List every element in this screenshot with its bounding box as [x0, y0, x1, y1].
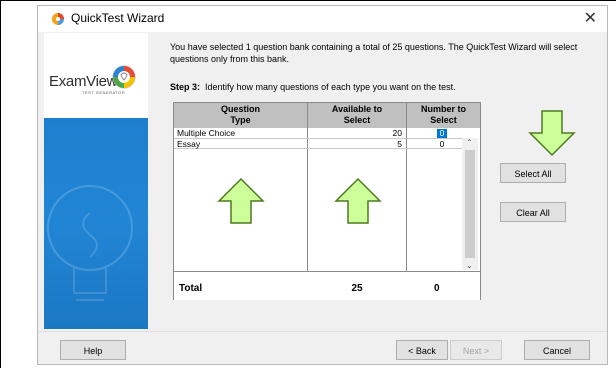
- quicktest-wizard-icon: [52, 13, 64, 25]
- quicktest-wizard-dialog: QuickTest Wizard ✕ ExamView TEST GENERAT…: [37, 5, 608, 365]
- clear-all-button[interactable]: Clear All: [500, 202, 566, 222]
- header-number-to-select-label: Number to Select: [421, 104, 466, 125]
- select-input-essay[interactable]: 0: [437, 139, 447, 149]
- green-arrow-down-icon: [528, 110, 576, 157]
- header-available: Available to Select: [308, 103, 406, 128]
- total-available: 25: [351, 283, 363, 294]
- brand-side-panel: ExamView TEST GENERATOR: [44, 33, 148, 329]
- column-divider: [406, 103, 407, 299]
- back-button[interactable]: < Back: [396, 340, 448, 360]
- select-all-button[interactable]: Select All: [500, 163, 566, 183]
- header-question-type-label: Question Type: [220, 104, 260, 125]
- step-instruction: Step 3: Identify how many questions of e…: [170, 82, 456, 92]
- scroll-down-icon[interactable]: ⌄: [466, 261, 473, 270]
- help-button[interactable]: Help: [60, 340, 126, 360]
- row-available-multiple-choice: 20: [392, 128, 402, 138]
- select-input-multiple-choice[interactable]: 0: [437, 129, 447, 138]
- select-all-label: Select All: [514, 169, 552, 179]
- green-arrow-up-icon: [334, 177, 382, 224]
- intro-text: You have selected 1 question bank contai…: [170, 42, 578, 64]
- total-select: 0: [434, 283, 440, 294]
- side-blue-panel: [44, 118, 148, 329]
- step-text: Identify how many questions of each type…: [205, 82, 456, 92]
- title-bar: QuickTest Wizard ✕: [38, 6, 607, 32]
- row-type-essay[interactable]: Essay: [177, 139, 200, 149]
- row-available-essay: 5: [397, 139, 402, 149]
- header-number-to-select: Number to Select: [407, 103, 480, 128]
- scroll-up-icon[interactable]: ⌃: [466, 138, 473, 147]
- total-label: Total: [179, 283, 203, 294]
- next-label: Next >: [462, 346, 490, 356]
- page-border-left: [0, 0, 1, 368]
- next-button[interactable]: Next >: [450, 340, 502, 360]
- lightbulb-watermark-icon: [47, 185, 133, 301]
- header-available-label: Available to Select: [331, 104, 383, 125]
- clear-all-label: Clear All: [516, 208, 550, 218]
- footer-divider: [38, 331, 607, 332]
- logo-subtitle: TEST GENERATOR: [82, 90, 126, 95]
- back-label: < Back: [408, 346, 436, 356]
- header-question-type: Question Type: [174, 103, 307, 128]
- cancel-button[interactable]: Cancel: [524, 340, 590, 360]
- cancel-label: Cancel: [542, 346, 571, 356]
- examview-logo: ExamView: [49, 73, 118, 90]
- page-border-top: [0, 0, 616, 1]
- help-label: Help: [83, 346, 103, 356]
- table-scrollbar[interactable]: ⌃ ⌄: [462, 138, 478, 270]
- window-title: QuickTest Wizard: [71, 11, 165, 25]
- close-icon[interactable]: ✕: [584, 8, 597, 28]
- examview-logo-icon: [112, 65, 136, 89]
- green-arrow-up-icon: [217, 177, 265, 224]
- step-label: Step 3:: [170, 82, 201, 92]
- question-type-table: Question Type Available to Select Number…: [173, 102, 481, 300]
- row-type-multiple-choice[interactable]: Multiple Choice: [177, 128, 235, 138]
- scroll-thumb[interactable]: [465, 150, 475, 258]
